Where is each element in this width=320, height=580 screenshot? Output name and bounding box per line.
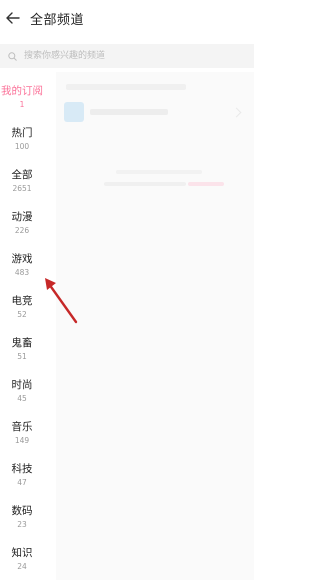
sidebar-item-label: 我的订阅 [1, 85, 43, 97]
sidebar-item-count: 483 [14, 268, 30, 277]
channel-name-placeholder [90, 109, 168, 115]
sidebar-item-count: 226 [14, 226, 30, 235]
channel-content-pane [56, 72, 254, 580]
sidebar-item-all[interactable]: 全部 2651 [0, 160, 44, 202]
sidebar-item-label: 音乐 [11, 421, 33, 433]
sidebar-item-hot[interactable]: 热门 100 [0, 118, 44, 160]
sidebar-item-count: 1 [19, 100, 25, 109]
empty-hint-line [116, 170, 202, 174]
page-title: 全部频道 [30, 12, 85, 28]
sidebar-item-count: 45 [17, 394, 27, 403]
search-icon [8, 51, 18, 61]
subscribed-channel-row[interactable] [64, 98, 246, 126]
sidebar-item-esports[interactable]: 电竞 52 [0, 286, 44, 328]
sidebar-item-label: 游戏 [11, 253, 33, 265]
header-bar: 全部频道 [0, 0, 254, 36]
sidebar-item-count: 47 [17, 478, 27, 487]
sidebar-item-count: 24 [17, 562, 27, 571]
sidebar-item-guichu[interactable]: 鬼畜 51 [0, 328, 44, 370]
sidebar-item-label: 鬼畜 [11, 337, 33, 349]
sidebar-item-label: 全部 [11, 169, 33, 181]
back-button[interactable] [0, 0, 26, 36]
sidebar-item-label: 数码 [11, 505, 33, 517]
sidebar-item-digital[interactable]: 数码 23 [0, 496, 44, 538]
sidebar-item-fashion[interactable]: 时尚 45 [0, 370, 44, 412]
empty-hint-link[interactable] [188, 182, 224, 186]
sidebar-item-count: 100 [14, 142, 30, 151]
sidebar-item-music[interactable]: 音乐 149 [0, 412, 44, 454]
sidebar-item-label: 科技 [11, 463, 33, 475]
sidebar-item-count: 52 [17, 310, 27, 319]
sidebar-item-label: 电竞 [11, 295, 33, 307]
chevron-right-icon [231, 107, 242, 117]
sidebar-item-count: 149 [14, 436, 30, 445]
channel-thumbnail [64, 102, 84, 122]
sidebar-item-label: 时尚 [11, 379, 33, 391]
empty-hint-line [104, 182, 186, 186]
sidebar-item-count: 23 [17, 520, 27, 529]
sidebar-item-tech[interactable]: 科技 47 [0, 454, 44, 496]
sidebar-item-anime[interactable]: 动漫 226 [0, 202, 44, 244]
category-sidebar: 我的订阅 1 热门 100 全部 2651 动漫 226 游戏 483 电竞 5… [0, 76, 44, 580]
search-input[interactable] [22, 50, 226, 62]
sidebar-item-games[interactable]: 游戏 483 [0, 244, 44, 286]
app-window: 全部频道 我的订阅 1 热门 100 全部 2651 动漫 226 游戏 [0, 0, 254, 580]
sidebar-item-label: 动漫 [11, 211, 33, 223]
sidebar-item-label: 知识 [11, 547, 33, 559]
sidebar-item-count: 51 [17, 352, 27, 361]
annotation-arrow-icon [45, 278, 78, 324]
search-bar[interactable] [0, 44, 254, 68]
sidebar-item-count: 2651 [12, 184, 32, 193]
section-header-placeholder [66, 84, 186, 90]
back-arrow-icon [6, 12, 20, 24]
sidebar-item-label: 热门 [11, 127, 33, 139]
sidebar-item-subscriptions[interactable]: 我的订阅 1 [0, 76, 44, 118]
sidebar-item-knowledge[interactable]: 知识 24 [0, 538, 44, 580]
